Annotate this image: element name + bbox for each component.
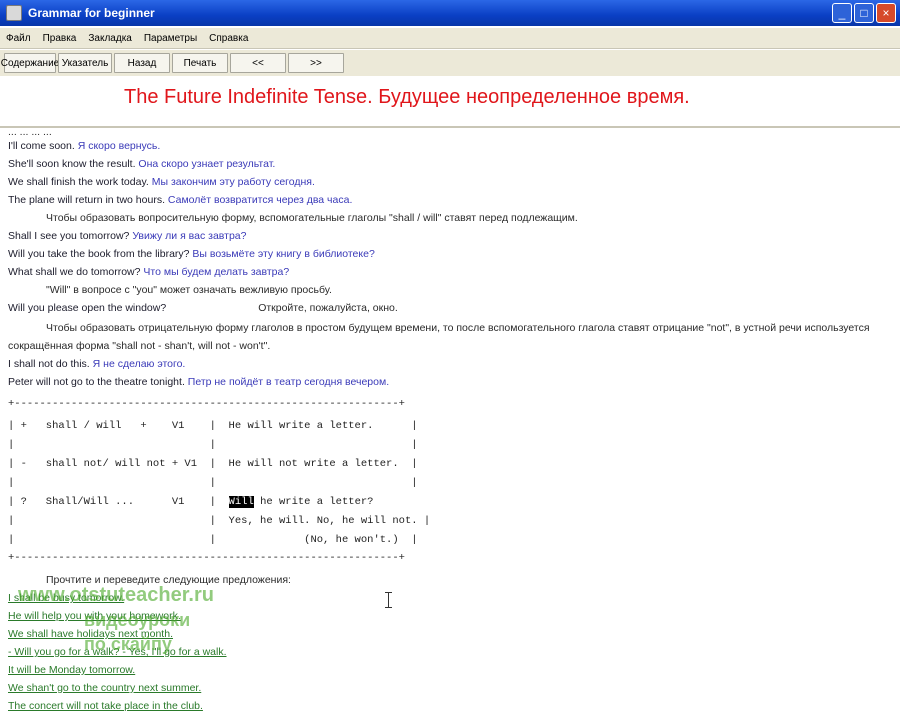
title-bar: Grammar for beginner _ □ × [0, 0, 900, 26]
text-cursor-icon [384, 590, 394, 610]
table-row: | ? Shall/Will ... V1 | Will he write a … [8, 496, 374, 508]
rule-negative-cont: сокращённая форма "shall not - shan't, w… [8, 340, 271, 352]
example-line: Peter will not go to the theatre tonight… [8, 376, 390, 388]
toolbar: Содержание Указатель Назад Печать << >> [0, 50, 900, 76]
table-row: | | (No, he won't.) | [8, 534, 418, 546]
menu-bookmark[interactable]: Закладка [82, 33, 137, 44]
index-button[interactable]: Указатель [58, 53, 112, 73]
table-row: | | | [8, 439, 418, 451]
example-line: Shall I see you tomorrow? Увижу ли я вас… [8, 230, 247, 242]
example-line: I shall not do this. Я не сделаю этого. [8, 358, 186, 370]
selected-word: Will [228, 496, 254, 508]
example-line: Will you take the book from the library?… [8, 248, 375, 260]
close-button[interactable]: × [876, 3, 896, 23]
contents-button[interactable]: Содержание [1, 53, 59, 73]
app-icon [6, 5, 22, 21]
menu-file[interactable]: Файл [0, 33, 37, 44]
rule-negative: Чтобы образовать отрицательную форму гла… [46, 322, 870, 334]
watermark-line: по скайпу [84, 634, 172, 654]
partial-line: ... ... ... ... [8, 128, 52, 138]
window-title: Grammar for beginner [28, 6, 155, 20]
exercise-item[interactable]: It will be Monday tomorrow. [8, 664, 135, 676]
table-border: +---------------------------------------… [8, 398, 405, 410]
topic-banner: The Future Indefinite Tense. Будущее нео… [0, 76, 900, 128]
table-border: +---------------------------------------… [8, 552, 405, 564]
print-button[interactable]: Печать [172, 53, 228, 73]
table-row: | + shall / will + V1 | He will write a … [8, 420, 418, 432]
example-line: What shall we do tomorrow? Что мы будем … [8, 266, 290, 278]
example-line: We shall finish the work today. Мы закон… [8, 176, 315, 188]
window-controls: _ □ × [832, 3, 896, 23]
prev-topic-button[interactable]: << [230, 53, 286, 73]
example-line: I'll come soon. Я скоро вернусь. [8, 140, 161, 152]
minimize-button[interactable]: _ [832, 3, 852, 23]
table-row: | | Yes, he will. No, he will not. | [8, 515, 431, 527]
rule-request: "Will" в вопросе с "you" может означать … [46, 284, 332, 296]
menu-edit[interactable]: Правка [37, 33, 83, 44]
next-topic-button[interactable]: >> [288, 53, 344, 73]
topic-title: The Future Indefinite Tense. Будущее нео… [124, 86, 690, 108]
example-line: The plane will return in two hours. Само… [8, 194, 353, 206]
exercise-item[interactable]: We shan't go to the country next summer. [8, 682, 201, 694]
watermark-url: www.otstuteacher.ru [18, 584, 214, 606]
back-button[interactable]: Назад [114, 53, 170, 73]
table-row: | | | [8, 477, 418, 489]
menu-bar: Файл Правка Закладка Параметры Справка [0, 28, 900, 49]
content-pane[interactable]: ... ... ... ... I'll come soon. Я скоро … [0, 128, 900, 720]
menu-help[interactable]: Справка [203, 33, 254, 44]
menu-options[interactable]: Параметры [138, 33, 203, 44]
rule-question: Чтобы образовать вопросительную форму, в… [46, 212, 578, 224]
example-line: She'll soon know the result. Она скоро у… [8, 158, 276, 170]
table-row: | - shall not/ will not + V1 | He will n… [8, 458, 418, 470]
example-line: Will you please open the window? Откройте… [8, 302, 398, 314]
exercise-item[interactable]: The concert will not take place in the c… [8, 700, 203, 712]
maximize-button[interactable]: □ [854, 3, 874, 23]
watermark-line: видеоуроки [84, 610, 191, 630]
